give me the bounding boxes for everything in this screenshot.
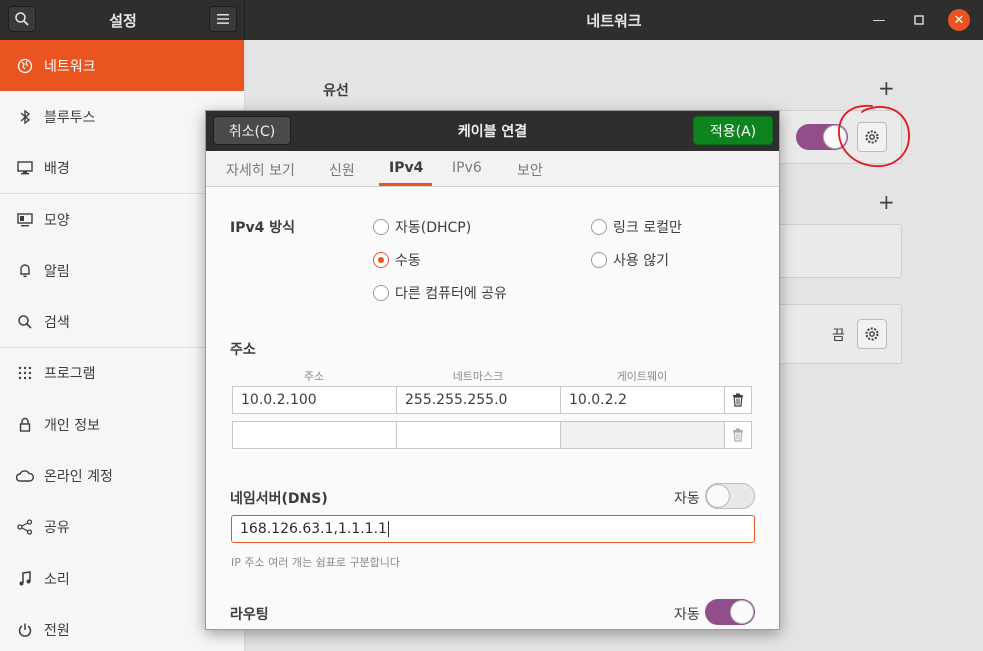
dns-value: 168.126.63.1,1.1.1.1 bbox=[240, 521, 387, 537]
radio-label: 다른 컴퓨터에 공유 bbox=[395, 286, 507, 302]
column-header-gateway: 게이트웨이 bbox=[616, 370, 668, 383]
sidebar-item-label: 전원 bbox=[44, 622, 70, 639]
apps-grid-icon bbox=[16, 364, 34, 382]
method-disabled-radio[interactable]: 사용 않기 bbox=[591, 250, 669, 270]
routing-section-title: 라우팅 bbox=[230, 607, 269, 623]
tab-identity[interactable]: 신원 bbox=[329, 160, 355, 180]
maximize-button[interactable] bbox=[908, 9, 930, 31]
radio-circle bbox=[591, 219, 607, 235]
column-header-netmask: 네트마스크 bbox=[452, 370, 504, 383]
delete-row-button[interactable] bbox=[724, 421, 752, 449]
lock-icon bbox=[16, 416, 34, 434]
header-bar: 설정 네트워크 — ✕ bbox=[0, 0, 983, 40]
minimize-button[interactable]: — bbox=[868, 9, 890, 31]
netmask-input[interactable] bbox=[396, 421, 561, 449]
background-icon bbox=[16, 159, 34, 177]
delete-row-button[interactable] bbox=[724, 386, 752, 414]
plus-icon: + bbox=[878, 190, 895, 214]
radio-circle bbox=[373, 219, 389, 235]
text-cursor bbox=[387, 521, 389, 537]
tab-security[interactable]: 보안 bbox=[517, 160, 543, 180]
address-input[interactable] bbox=[232, 421, 397, 449]
tab-details[interactable]: 자세히 보기 bbox=[226, 160, 295, 180]
toggle-knob bbox=[730, 600, 754, 624]
method-manual-radio[interactable]: 수동 bbox=[373, 250, 421, 270]
address-section-title: 주소 bbox=[230, 342, 256, 358]
radio-circle bbox=[591, 252, 607, 268]
dialog-header: 취소(C) 케이블 연결 적용(A) bbox=[206, 111, 779, 151]
dialog-tabs: 자세히 보기 신원 IPv4 IPv6 보안 bbox=[206, 151, 779, 187]
plus-icon: + bbox=[878, 76, 895, 100]
wired-section-title: 유선 bbox=[323, 83, 349, 99]
sidebar-item-label: 개인 정보 bbox=[44, 417, 100, 434]
settings-title: 설정 bbox=[109, 12, 137, 30]
gateway-input[interactable]: 10.0.2.2 bbox=[560, 386, 725, 414]
sidebar-item-label: 소리 bbox=[44, 571, 70, 588]
sidebar-item-label: 공유 bbox=[44, 520, 70, 537]
bluetooth-icon bbox=[16, 108, 34, 126]
sidebar-item-label: 블루투스 bbox=[44, 109, 96, 126]
add-wired-button[interactable]: + bbox=[878, 76, 895, 100]
sidebar-item-label: 알림 bbox=[44, 263, 70, 280]
active-tab-indicator bbox=[379, 183, 432, 186]
sidebar-item-label: 배경 bbox=[44, 160, 70, 177]
toggle-knob bbox=[706, 484, 730, 508]
gateway-input[interactable] bbox=[560, 421, 725, 449]
sidebar-item-label: 모양 bbox=[44, 212, 70, 229]
routing-auto-label: 자동 bbox=[674, 607, 700, 623]
network-icon bbox=[16, 57, 34, 75]
method-shared-radio[interactable]: 다른 컴퓨터에 공유 bbox=[373, 283, 507, 303]
cable-connection-dialog: 취소(C) 케이블 연결 적용(A) 자세히 보기 신원 IPv4 IPv6 보… bbox=[205, 110, 780, 630]
method-link-local-radio[interactable]: 링크 로컬만 bbox=[591, 217, 682, 237]
power-icon bbox=[16, 621, 34, 639]
add-vpn-button[interactable]: + bbox=[878, 190, 895, 214]
routing-auto-toggle[interactable] bbox=[705, 599, 755, 625]
netmask-input[interactable]: 255.255.255.0 bbox=[396, 386, 561, 414]
radio-label: 링크 로컬만 bbox=[613, 220, 682, 236]
ipv4-method-label: IPv4 방식 bbox=[230, 220, 295, 236]
sidebar-item-network[interactable]: 네트워크 bbox=[0, 40, 244, 92]
radio-label: 수동 bbox=[395, 253, 421, 269]
tab-ipv6[interactable]: IPv6 bbox=[452, 160, 482, 176]
radio-circle-selected bbox=[373, 252, 389, 268]
radio-label: 사용 않기 bbox=[613, 253, 669, 269]
search-icon bbox=[16, 313, 34, 331]
close-icon: ✕ bbox=[953, 12, 965, 28]
proxy-status-label: 끔 bbox=[832, 328, 845, 344]
search-icon bbox=[15, 12, 29, 26]
trash-icon bbox=[733, 428, 743, 442]
apply-button[interactable]: 적용(A) bbox=[693, 116, 773, 145]
hamburger-menu-icon bbox=[217, 14, 229, 24]
tab-ipv4[interactable]: IPv4 bbox=[389, 160, 423, 176]
method-dhcp-radio[interactable]: 자동(DHCP) bbox=[373, 217, 471, 237]
column-header-address: 주소 bbox=[303, 370, 325, 383]
music-note-icon bbox=[16, 570, 34, 588]
gear-icon bbox=[865, 327, 879, 341]
sidebar-header: 설정 bbox=[0, 0, 245, 40]
search-button[interactable] bbox=[8, 6, 36, 32]
minimize-icon: — bbox=[872, 12, 886, 28]
sidebar-item-label: 프로그램 bbox=[44, 366, 96, 383]
dns-input[interactable]: 168.126.63.1,1.1.1.1 bbox=[231, 515, 755, 543]
bell-icon bbox=[16, 262, 34, 280]
trash-icon bbox=[733, 393, 743, 407]
red-circle-annotation bbox=[838, 104, 910, 167]
radio-label: 자동(DHCP) bbox=[395, 220, 472, 236]
radio-circle bbox=[373, 285, 389, 301]
sidebar-item-label: 검색 bbox=[44, 314, 70, 331]
dns-hint: IP 주소 여러 개는 쉼표로 구분합니다 bbox=[231, 556, 401, 569]
proxy-settings-button[interactable] bbox=[857, 319, 887, 349]
sidebar-item-label: 네트워크 bbox=[44, 58, 96, 75]
address-input[interactable]: 10.0.2.100 bbox=[232, 386, 397, 414]
dns-section-title: 네임서버(DNS) bbox=[230, 491, 328, 507]
dns-auto-toggle[interactable] bbox=[705, 483, 755, 509]
share-icon bbox=[16, 518, 34, 536]
close-button[interactable]: ✕ bbox=[948, 9, 970, 31]
sidebar-item-label: 온라인 계정 bbox=[44, 469, 113, 486]
menu-button[interactable] bbox=[209, 6, 237, 32]
cloud-icon bbox=[16, 467, 34, 485]
maximize-icon bbox=[914, 15, 924, 25]
appearance-icon bbox=[16, 211, 34, 229]
dns-auto-label: 자동 bbox=[674, 491, 700, 507]
